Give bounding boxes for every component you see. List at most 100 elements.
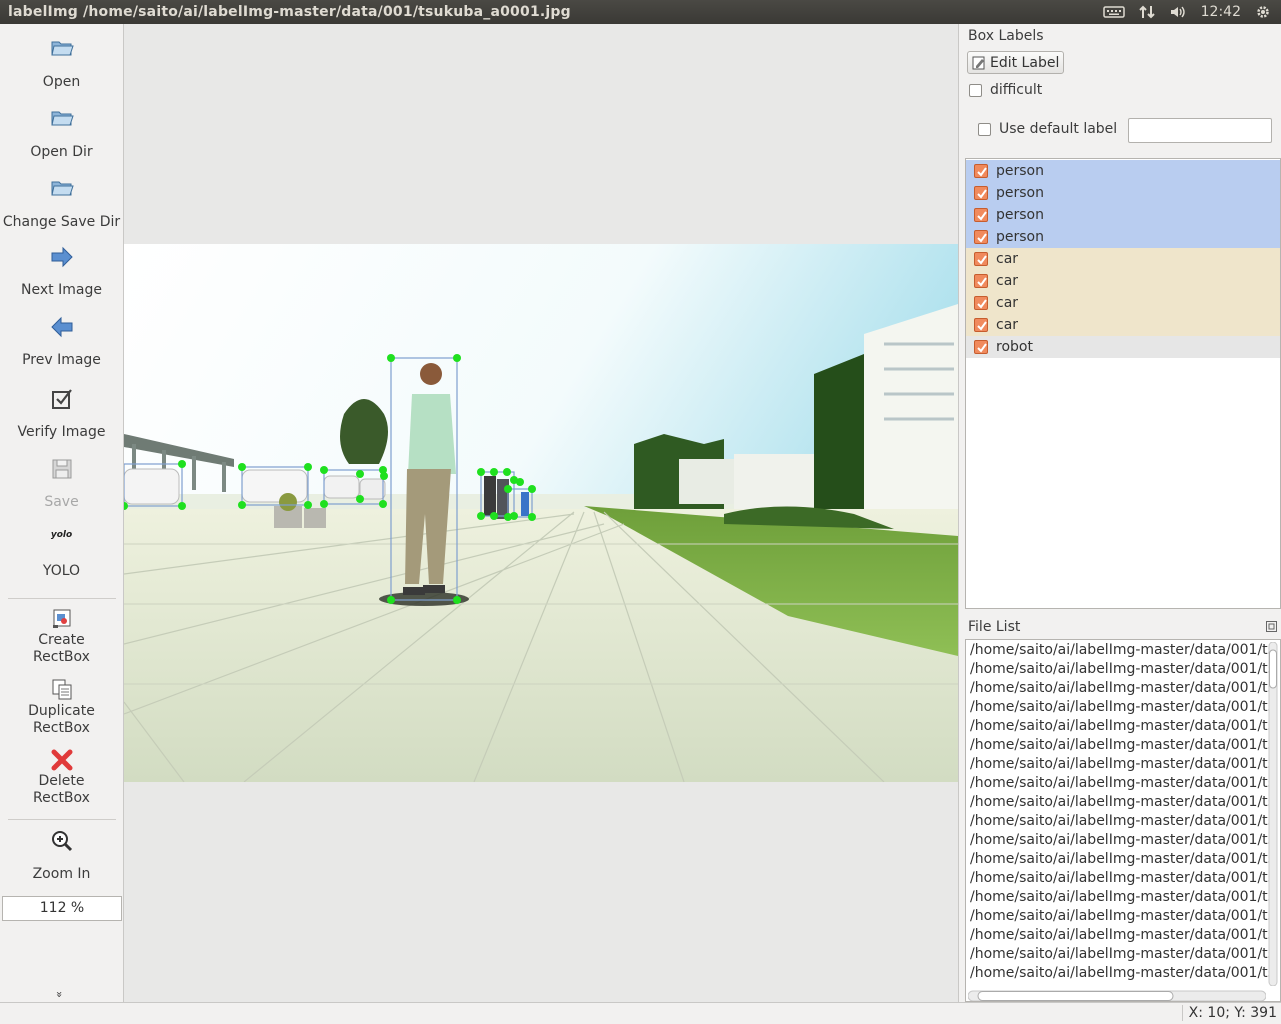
delete-x-icon [51, 749, 72, 771]
label-list-item-text: person [996, 229, 1044, 245]
file-list-item[interactable]: /home/saito/ai/labelImg-master/data/001/… [970, 679, 1270, 698]
file-list[interactable]: /home/saito/ai/labelImg-master/data/001/… [965, 639, 1281, 1002]
change-save-dir-button[interactable]: Change Save Dir [0, 174, 123, 231]
vertical-scrollbar[interactable] [1268, 641, 1278, 987]
label-list-item-text: person [996, 207, 1044, 223]
file-list-item[interactable]: /home/saito/ai/labelImg-master/data/001/… [970, 774, 1270, 793]
label-list-item[interactable]: robot [966, 336, 1280, 358]
delete-rectbox-button[interactable]: Delete RectBox [0, 747, 123, 807]
create-rectbox-button[interactable]: Create RectBox [0, 606, 123, 666]
verify-image-button[interactable]: Verify Image [0, 386, 123, 441]
copy-icon [52, 679, 71, 700]
label-list-item[interactable]: car [966, 270, 1280, 292]
keyboard-icon[interactable] [1102, 5, 1125, 19]
zoom-spinbox[interactable]: 112 % [2, 896, 122, 921]
folder-open-icon [50, 181, 74, 196]
file-list-item[interactable]: /home/saito/ai/labelImg-master/data/001/… [970, 964, 1270, 983]
arrow-left-icon [50, 316, 72, 338]
label-visible-checkbox[interactable] [974, 230, 988, 244]
network-icon[interactable] [1138, 4, 1155, 20]
label-list-item[interactable]: person [966, 182, 1280, 204]
file-list-item[interactable]: /home/saito/ai/labelImg-master/data/001/… [970, 641, 1270, 660]
duplicate-rectbox-label: Duplicate [28, 703, 95, 719]
file-list-item[interactable]: /home/saito/ai/labelImg-master/data/001/… [970, 831, 1270, 850]
label-visible-checkbox[interactable] [974, 252, 988, 266]
label-list-item-text: car [996, 273, 1019, 289]
label-visible-checkbox[interactable] [974, 296, 988, 310]
open-label: Open [42, 74, 81, 90]
file-list-item[interactable]: /home/saito/ai/labelImg-master/data/001/… [970, 926, 1270, 945]
edit-label-text: Edit Label [990, 54, 1060, 71]
label-visible-checkbox[interactable] [974, 208, 988, 222]
label-visible-checkbox[interactable] [974, 186, 988, 200]
cursor-position: X: 10; Y: 391 [1181, 1005, 1277, 1021]
difficult-checkbox[interactable] [969, 84, 982, 97]
delete-rectbox-label-2: RectBox [33, 790, 90, 806]
duplicate-rectbox-button[interactable]: Duplicate RectBox [0, 677, 123, 737]
next-image-button[interactable]: Next Image [0, 244, 123, 299]
file-list-item[interactable]: /home/saito/ai/labelImg-master/data/001/… [970, 850, 1270, 869]
edit-label-button[interactable]: Edit Label [967, 51, 1064, 74]
label-visible-checkbox[interactable] [974, 318, 988, 332]
label-list-item[interactable]: person [966, 204, 1280, 226]
prev-image-label: Prev Image [22, 352, 101, 368]
file-list-item[interactable]: /home/saito/ai/labelImg-master/data/001/… [970, 869, 1270, 888]
file-list-item[interactable]: /home/saito/ai/labelImg-master/data/001/… [970, 945, 1270, 964]
horizontal-scrollbar[interactable] [967, 987, 1267, 1001]
default-label-input[interactable] [1128, 118, 1272, 143]
toolbar-extension-icon[interactable]: » [53, 991, 66, 998]
label-list-item-text: robot [996, 339, 1033, 355]
file-list-item[interactable]: /home/saito/ai/labelImg-master/data/001/… [970, 698, 1270, 717]
annotated-image[interactable] [124, 244, 958, 782]
label-list-item[interactable]: person [966, 160, 1280, 182]
zoom-in-button[interactable]: Zoom In [0, 828, 123, 883]
file-list-item[interactable]: /home/saito/ai/labelImg-master/data/001/… [970, 907, 1270, 926]
use-default-label-checkbox[interactable] [978, 123, 991, 136]
difficult-label: difficult [990, 82, 1043, 98]
label-visible-checkbox[interactable] [974, 340, 988, 354]
file-list-item[interactable]: /home/saito/ai/labelImg-master/data/001/… [970, 888, 1270, 907]
label-list-item-text: person [996, 163, 1044, 179]
clock[interactable]: 12:42 [1201, 0, 1241, 24]
create-rectbox-label-2: RectBox [33, 649, 90, 665]
create-rectbox-label: Create [38, 632, 85, 648]
float-panel-icon[interactable] [1266, 621, 1277, 632]
label-list-item[interactable]: car [966, 292, 1280, 314]
title-bar: labelImg /home/saito/ai/labelImg-master/… [0, 0, 1281, 24]
label-list-item-text: person [996, 185, 1044, 201]
left-toolbar: Open Open Dir Change Save Dir Next Image… [0, 24, 124, 1002]
prev-image-button[interactable]: Prev Image [0, 314, 123, 369]
file-list-item[interactable]: /home/saito/ai/labelImg-master/data/001/… [970, 755, 1270, 774]
use-default-label-text: Use default label [999, 121, 1118, 137]
label-visible-checkbox[interactable] [974, 164, 988, 178]
open-button[interactable]: Open [0, 34, 123, 91]
checkbox-icon [51, 389, 72, 409]
volume-icon[interactable] [1169, 4, 1187, 20]
label-list[interactable]: person person person person car car car car robo… [965, 158, 1281, 609]
file-list-item[interactable]: /home/saito/ai/labelImg-master/data/001/… [970, 793, 1270, 812]
edit-icon [972, 56, 985, 69]
duplicate-rectbox-label-2: RectBox [33, 720, 90, 736]
delete-rectbox-label: Delete [38, 773, 85, 789]
label-list-item[interactable]: person [966, 226, 1280, 248]
next-image-label: Next Image [21, 282, 102, 298]
yolo-button[interactable]: yolo YOLO [0, 530, 123, 580]
open-dir-button[interactable]: Open Dir [0, 104, 123, 161]
floppy-disk-icon [52, 459, 71, 479]
file-list-item[interactable]: /home/saito/ai/labelImg-master/data/001/… [970, 717, 1270, 736]
toolbar-separator [8, 598, 116, 599]
create-rectangle-icon [52, 609, 70, 628]
label-list-item[interactable]: car [966, 314, 1280, 336]
gear-icon[interactable] [1255, 4, 1271, 20]
save-button[interactable]: Save [0, 456, 123, 511]
image-canvas[interactable] [124, 24, 958, 1002]
file-list-item[interactable]: /home/saito/ai/labelImg-master/data/001/… [970, 660, 1270, 679]
yolo-icon: yolo [50, 530, 73, 540]
file-list-item[interactable]: /home/saito/ai/labelImg-master/data/001/… [970, 736, 1270, 755]
folder-open-icon [50, 41, 74, 56]
label-list-item[interactable]: car [966, 248, 1280, 270]
box-labels-title: Box Labels [968, 28, 1044, 44]
file-list-item[interactable]: /home/saito/ai/labelImg-master/data/001/… [970, 812, 1270, 831]
label-visible-checkbox[interactable] [974, 274, 988, 288]
zoom-in-icon [51, 831, 72, 852]
